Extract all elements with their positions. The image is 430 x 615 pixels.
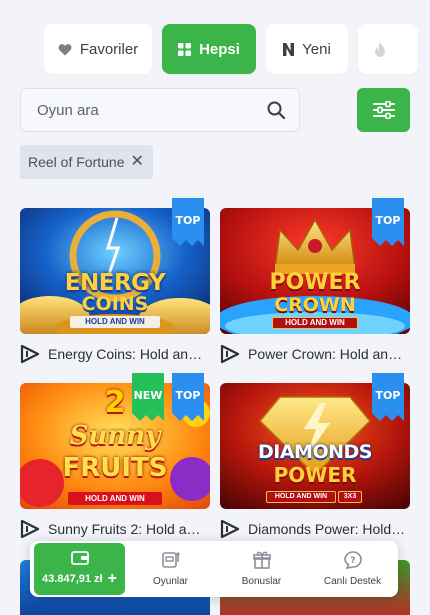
grid-icon bbox=[178, 42, 192, 56]
new-icon bbox=[283, 42, 295, 56]
balance-amount: 43.847,91 zł bbox=[42, 573, 103, 585]
category-tabs: Favoriler Hepsi Yeni bbox=[44, 24, 430, 74]
chip-label: Reel of Fortune bbox=[28, 154, 125, 170]
slot-machine-icon bbox=[161, 552, 180, 568]
tab-label: Favoriler bbox=[79, 40, 139, 58]
tab-all[interactable]: Hepsi bbox=[162, 24, 256, 74]
game-art-subtitle: POWER bbox=[273, 463, 357, 487]
gift-icon bbox=[252, 551, 271, 569]
game-art-tag: HOLD AND WIN bbox=[68, 492, 162, 505]
provider-logo-icon bbox=[20, 345, 40, 363]
nav-label: Bonuslar bbox=[241, 576, 282, 587]
game-card[interactable]: POWER CROWN HOLD AND WIN TOP Power Crown… bbox=[220, 198, 410, 364]
plus-icon[interactable]: + bbox=[108, 571, 117, 587]
game-art-tag: HOLD AND WIN bbox=[70, 316, 160, 328]
new-badge: NEW bbox=[132, 373, 164, 421]
top-badge: TOP bbox=[172, 198, 204, 246]
search-box bbox=[20, 88, 300, 132]
game-art-tag: HOLD AND WIN bbox=[266, 491, 336, 503]
game-card[interactable]: 2 Sunny FRUITS HOLD AND WIN NEW TOP Sunn… bbox=[20, 373, 210, 539]
search-input[interactable] bbox=[37, 101, 267, 119]
game-title[interactable]: Sunny Fruits 2: Hold and Win bbox=[48, 521, 208, 537]
tab-popular[interactable] bbox=[358, 24, 418, 74]
nav-bonuses[interactable]: Bonuslar bbox=[216, 543, 307, 595]
provider-logo-icon bbox=[220, 520, 240, 538]
top-badge: TOP bbox=[172, 373, 204, 421]
game-art-title: POWER bbox=[269, 270, 361, 295]
fire-icon bbox=[375, 41, 385, 57]
game-art-title: DIAMONDS bbox=[258, 441, 372, 463]
game-art-subtitle: FRUITS bbox=[62, 453, 168, 483]
heart-icon bbox=[58, 43, 72, 55]
tab-label: Yeni bbox=[302, 40, 331, 58]
game-card[interactable]: ENERGY COINS HOLD AND WIN TOP Energy Coi… bbox=[20, 198, 210, 364]
nav-label: Canlı Destek bbox=[323, 576, 382, 587]
help-chat-icon: ? bbox=[343, 551, 362, 569]
game-title[interactable]: Energy Coins: Hold and Win bbox=[48, 346, 208, 362]
nav-live-support[interactable]: ? Canlı Destek bbox=[307, 543, 398, 595]
nav-games[interactable]: Oyunlar bbox=[125, 543, 216, 595]
bottom-navigation: 43.847,91 zł + Oyunlar Bonuslar ? Canlı … bbox=[30, 541, 398, 597]
svg-text:?: ? bbox=[350, 556, 355, 566]
close-icon[interactable]: ✕ bbox=[131, 154, 144, 170]
search-icon[interactable] bbox=[267, 101, 285, 119]
provider-logo-icon bbox=[220, 345, 240, 363]
tab-favorites[interactable]: Favoriler bbox=[44, 24, 152, 74]
tab-new[interactable]: Yeni bbox=[266, 24, 348, 74]
game-title[interactable]: Diamonds Power: Hold and Win bbox=[248, 521, 408, 537]
game-art-subtitle: COINS bbox=[81, 293, 149, 315]
game-title[interactable]: Power Crown: Hold and Win bbox=[248, 346, 408, 362]
wallet-icon bbox=[70, 551, 89, 565]
game-art-title: Sunny bbox=[69, 421, 161, 451]
game-art-grid-tag: 3X3 bbox=[338, 491, 362, 503]
top-badge: TOP bbox=[372, 373, 404, 421]
provider-logo-icon bbox=[20, 520, 40, 538]
filter-button[interactable] bbox=[357, 88, 410, 132]
nav-label: Oyunlar bbox=[152, 576, 188, 587]
wallet-button[interactable]: 43.847,91 zł + bbox=[34, 543, 125, 595]
game-art-tag: HOLD AND WIN bbox=[272, 317, 358, 329]
game-art-subtitle: CROWN bbox=[274, 294, 356, 316]
sliders-icon bbox=[372, 101, 395, 119]
top-badge: TOP bbox=[372, 198, 404, 246]
game-card[interactable]: DIAMONDS POWER HOLD AND WIN 3X3 TOP Diam… bbox=[220, 373, 410, 539]
tab-label: Hepsi bbox=[199, 40, 240, 58]
active-filter-chip[interactable]: Reel of Fortune ✕ bbox=[20, 145, 153, 179]
